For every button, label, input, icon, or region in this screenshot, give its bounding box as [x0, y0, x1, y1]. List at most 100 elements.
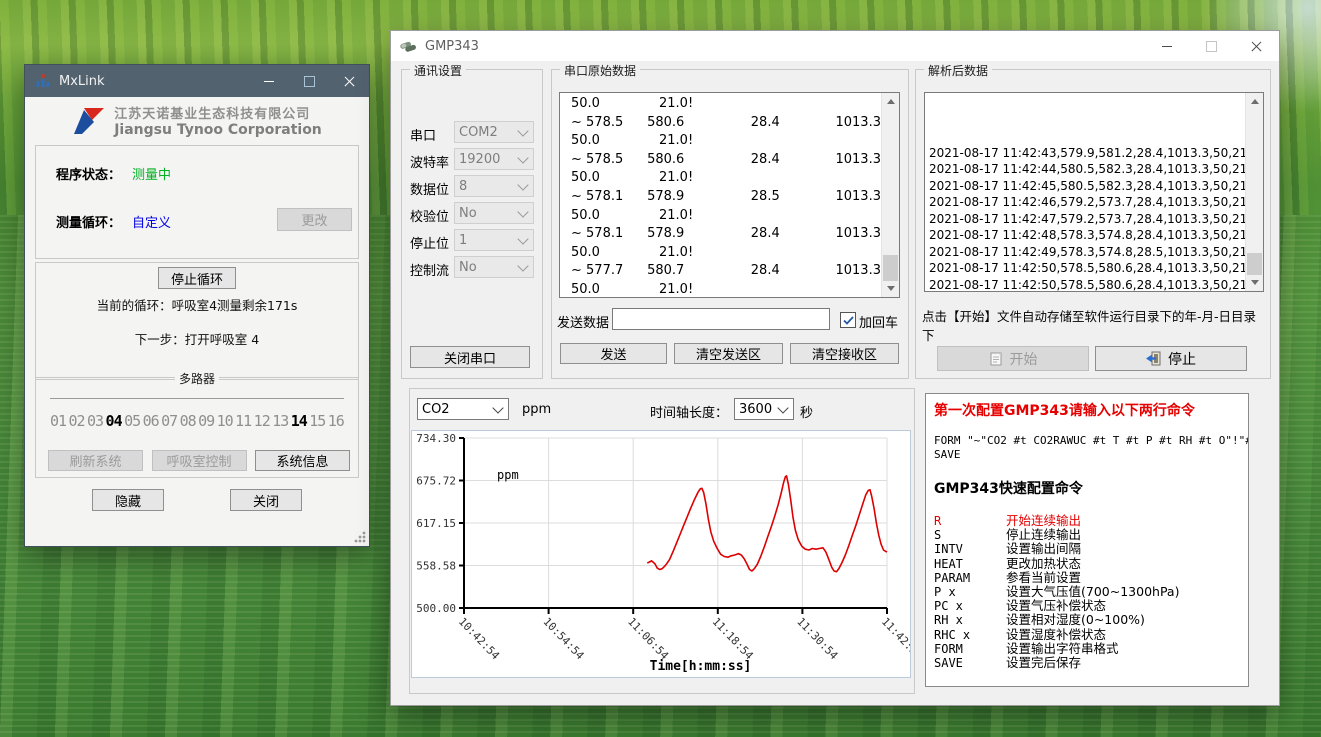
mxlink-footer-buttons: 隐藏 关闭 — [25, 489, 369, 511]
multiplexer-button[interactable]: 刷新系统 — [48, 450, 143, 471]
comm-field-combo: No — [454, 256, 534, 278]
comm-settings-groupbox: 通讯设置 串口 COM2 波特率 19200 数据位 — [401, 69, 543, 379]
minimize-button[interactable] — [249, 65, 289, 97]
parsed-data-line: 2021-08-17 11:42:45,580.5,582.3,28.4,101… — [929, 178, 1245, 195]
footer-button[interactable]: 隐藏 — [92, 489, 164, 511]
multiplexer-channel[interactable]: 13 — [272, 412, 288, 430]
gas-unit-label: ppm — [522, 402, 551, 417]
svg-text:11:06:54: 11:06:54 — [625, 615, 671, 662]
change-button: 更改 — [277, 208, 352, 231]
multiplexer-button[interactable]: 呼吸室控制 — [152, 450, 247, 471]
multiplexer-button[interactable]: 系统信息 — [255, 450, 350, 471]
parsed-data-lines: 2021-08-17 11:42:43,579.9,581.2,28.4,101… — [929, 95, 1245, 292]
raw-data-row: 50.0 21.0! — [561, 281, 881, 298]
multiplexer-channel[interactable]: 03 — [87, 412, 103, 430]
multiplexer-channel[interactable]: 02 — [69, 412, 85, 430]
close-button[interactable] — [329, 65, 369, 97]
multiplexer-channel[interactable]: 07 — [161, 412, 177, 430]
append-cr-checkbox[interactable] — [840, 312, 856, 328]
mxlink-window: MxLink 江苏天诺基业生态科技有限公司 Jiangsu Tynoo Corp… — [24, 64, 370, 547]
comm-field-label: 波特率 — [410, 152, 449, 171]
raw-data-title: 串口原始数据 — [560, 62, 640, 79]
measure-cycle-value: 自定义 — [132, 212, 171, 231]
gas-select-combo[interactable]: CO2 — [417, 398, 509, 420]
resize-grip[interactable] — [354, 531, 366, 543]
svg-text:11:42:54: 11:42:54 — [879, 615, 910, 662]
comm-field-row: 控制流 No — [410, 256, 534, 278]
scrollbar-thumb[interactable] — [1247, 253, 1262, 275]
command-item: S 停止连续输出 — [934, 528, 1240, 542]
scroll-up-icon[interactable] — [1246, 93, 1263, 110]
multiplexer-channel[interactable]: 16 — [328, 412, 344, 430]
svg-text:10:42:54: 10:42:54 — [456, 615, 502, 662]
minimize-button[interactable] — [1144, 31, 1189, 61]
command-item: INTV 设置输出间隔 — [934, 542, 1240, 556]
comm-field-row: 波特率 19200 — [410, 148, 534, 170]
multiplexer-channel[interactable]: 06 — [143, 412, 159, 430]
close-button[interactable] — [1234, 31, 1279, 61]
multiplexer-channel[interactable]: 10 — [217, 412, 233, 430]
stop-logging-button[interactable]: 停止 — [1095, 346, 1247, 371]
chevron-down-icon — [517, 233, 528, 244]
serial-action-button[interactable]: 清空发送区 — [674, 343, 783, 364]
command-item: RH x 设置相对湿度(0~100%) — [934, 613, 1240, 627]
maximize-button[interactable] — [1189, 31, 1234, 61]
time-axis-combo[interactable]: 3600 — [734, 398, 794, 420]
serial-action-button[interactable]: 发送 — [560, 343, 667, 364]
svg-text:11:18:54: 11:18:54 — [710, 615, 756, 662]
comm-field-label: 串口 — [410, 125, 436, 144]
stop-cycle-button[interactable]: 停止循环 — [158, 267, 236, 289]
multiplexer-channel[interactable]: 04 — [106, 412, 122, 430]
maximize-button[interactable] — [289, 65, 329, 97]
comm-field-combo: No — [454, 202, 534, 224]
scroll-down-icon[interactable] — [1246, 274, 1263, 291]
multiplexer-channel[interactable]: 09 — [198, 412, 214, 430]
raw-data-listbox[interactable]: 50.0 21.0! ~ 578.5 580.6 28.4 1013.3 50.… — [559, 92, 900, 298]
multiplexer-channel[interactable]: 08 — [180, 412, 196, 430]
raw-data-row: 50.0 21.0! — [561, 95, 881, 114]
send-button-row: 发送清空发送区清空接收区 — [560, 343, 899, 364]
svg-text:558.58: 558.58 — [416, 559, 456, 572]
command-item: SAVE 设置完后保存 — [934, 656, 1240, 670]
parsed-data-scrollbar[interactable] — [1245, 93, 1263, 291]
command-item: P x 设置大气压值(700~1300hPa) — [934, 585, 1240, 599]
raw-data-row: 50.0 21.0! — [561, 132, 881, 151]
comm-field-label: 控制流 — [410, 260, 449, 279]
comm-field-label: 停止位 — [410, 233, 449, 252]
multiplexer-channel[interactable]: 15 — [309, 412, 325, 430]
mxlink-window-title: MxLink — [59, 74, 105, 89]
multiplexer-channel[interactable]: 14 — [291, 412, 307, 430]
cycle-run-groupbox: 停止循环 当前的循环：呼吸室4测量剩余171s 下一步：打开呼吸室 4 — [35, 262, 359, 380]
command-item: FORM 设置输出字符串格式 — [934, 642, 1240, 656]
parsed-data-listbox[interactable]: 2021-08-17 11:42:43,579.9,581.2,28.4,101… — [924, 92, 1264, 292]
raw-data-row: ~ 578.5 580.6 28.4 1013.3 — [561, 114, 881, 133]
svg-text:Time[h:mm:ss]: Time[h:mm:ss] — [650, 659, 752, 674]
serial-action-button[interactable]: 清空接收区 — [790, 343, 899, 364]
multiplexer-channel[interactable]: 11 — [235, 412, 251, 430]
multiplexer-channel[interactable]: 12 — [254, 412, 270, 430]
footer-button[interactable]: 关闭 — [230, 489, 302, 511]
svg-text:ppm: ppm — [497, 468, 519, 482]
multiplexer-channel[interactable]: 05 — [124, 412, 140, 430]
comm-settings-title: 通讯设置 — [410, 62, 466, 79]
channel-indicator-row: 01020304050607080910111213141516 — [50, 412, 344, 430]
close-serial-button[interactable]: 关闭串口 — [410, 346, 530, 368]
raw-data-scrollbar[interactable] — [881, 93, 899, 297]
multiplexer-channel[interactable]: 01 — [50, 412, 66, 430]
comm-field-label: 数据位 — [410, 179, 449, 198]
chevron-down-icon — [492, 402, 503, 413]
send-data-input[interactable] — [612, 308, 830, 330]
command-item: PARAM 参看当前设置 — [934, 571, 1240, 585]
parsed-data-line: 2021-08-17 11:42:50,578.5,580.6,28.4,101… — [929, 277, 1245, 293]
next-step-text: 下一步：打开呼吸室 4 — [36, 329, 358, 348]
scrollbar-thumb[interactable] — [883, 255, 898, 281]
comm-field-combo: 8 — [454, 175, 534, 197]
comm-field-row: 串口 COM2 — [410, 121, 534, 143]
comm-field-row: 数据位 8 — [410, 175, 534, 197]
parsed-data-line: 2021-08-17 11:42:49,578.3,574.8,28.5,101… — [929, 244, 1245, 261]
multiplexer-title: 多路器 — [175, 370, 219, 387]
send-data-label: 发送数据 — [557, 312, 609, 331]
scroll-down-icon[interactable] — [882, 280, 899, 297]
parsed-data-line: 2021-08-17 11:42:46,579.2,573.7,28.4,101… — [929, 194, 1245, 211]
scroll-up-icon[interactable] — [882, 93, 899, 110]
